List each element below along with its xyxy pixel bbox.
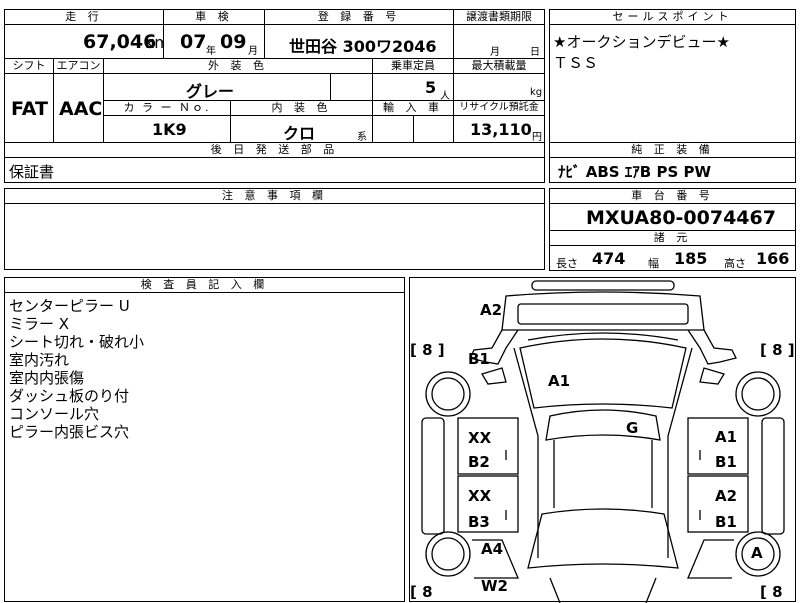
inspection-month: 09 — [220, 31, 247, 53]
damage-mark: XX — [468, 487, 492, 505]
registration-value: 世田谷 300ワ2046 — [289, 37, 437, 56]
tire-tread-rear-right: [ 8 — [760, 583, 783, 601]
import-cell-2 — [413, 115, 454, 143]
recycle-cell: 13,110 円 — [453, 115, 545, 143]
transfer-header: 譲渡書類期限 — [453, 9, 545, 25]
import-cell-1 — [372, 115, 414, 143]
inspector-line: ピラー内張ビス穴 — [9, 423, 130, 441]
chassis-cell: MXUA80-0074467 — [549, 203, 796, 231]
interior-color-cell: クロ 系 — [230, 115, 373, 143]
sales-point-cell: ★オークションデビュー★ ＴＳＳ — [549, 24, 796, 144]
specs-cell: 長さ 474 幅 185 高さ 166 — [549, 245, 796, 271]
tire-tread-rear-left: [ 8 — [410, 583, 433, 601]
recycle-unit: 円 — [532, 132, 542, 143]
damage-mark: B3 — [468, 513, 490, 531]
inspection-cell: 07 年 09 月 — [163, 24, 265, 59]
parts-cell: 保証書 — [4, 157, 545, 183]
aircon-cell: AAC — [53, 73, 104, 143]
exterior-color-value: グレー — [186, 82, 235, 101]
shift-cell: FAT — [4, 73, 54, 143]
mileage-cell: 67,046 km — [4, 24, 164, 59]
tire-tread-front-left: [ 8 ] — [410, 341, 445, 359]
tire-tread-front-right: [ 8 ] — [760, 341, 795, 359]
equipment-header: 純 正 装 備 — [549, 142, 796, 158]
registration-cell: 世田谷 300ワ2046 — [264, 24, 454, 59]
capacity-cell: 5 人 — [372, 73, 454, 101]
damage-mark: A1 — [548, 372, 571, 390]
mileage-unit: km — [145, 33, 163, 52]
damage-mark: B2 — [468, 453, 490, 471]
damage-mark: A1 — [715, 428, 738, 446]
damage-mark: A — [751, 544, 763, 562]
shift-value: FAT — [11, 98, 48, 120]
recycle-header: リサイクル預託金 — [453, 100, 545, 116]
damage-mark: A2 — [715, 487, 738, 505]
exterior-color-header: 外 装 色 — [103, 58, 373, 74]
length-label: 長さ — [556, 257, 578, 270]
color-no-header: カ ラ ー Ｎｏ. — [103, 100, 231, 116]
interior-color-unit: 系 — [357, 132, 367, 143]
damage-mark: B1 — [468, 350, 490, 368]
transfer-cell: 月 日 — [453, 24, 545, 59]
height-value: 166 — [756, 249, 790, 268]
parts-value: 保証書 — [9, 163, 55, 181]
damage-mark: A2 — [480, 301, 503, 319]
capacity-value: 5 — [425, 78, 437, 97]
transfer-month-unit: 月 — [490, 47, 500, 58]
max-load-header: 最大積載量 — [453, 58, 545, 74]
damage-mark: W2 — [481, 577, 508, 595]
aircon-value: AAC — [59, 98, 103, 120]
color-no-value: 1K9 — [152, 120, 187, 139]
specs-header: 諸 元 — [549, 230, 796, 246]
max-load-unit: kg — [530, 87, 543, 98]
vehicle-diagram-frame: A2 B1 A1 G XX B2 XX B3 A4 W2 A1 B1 A2 B1… — [409, 277, 796, 603]
inspector-header: 検 査 員 記 入 欄 — [4, 277, 405, 293]
chassis-value: MXUA80-0074467 — [586, 207, 776, 229]
damage-mark: XX — [468, 429, 492, 447]
sales-point-line-2: ＴＳＳ — [553, 54, 599, 72]
damage-mark: B1 — [715, 453, 737, 471]
inspector-cell: センターピラー U ミラー X シート切れ・破れ小 室内汚れ 室内内張傷 ダッシ… — [4, 292, 405, 602]
shift-header: シフト — [4, 58, 54, 74]
length-value: 474 — [592, 249, 626, 268]
recycle-value: 13,110 — [470, 120, 532, 139]
exterior-color-cell: グレー — [103, 73, 331, 101]
max-load-cell: kg — [453, 73, 545, 101]
sales-point-line-1: ★オークションデビュー★ — [553, 33, 730, 51]
width-value: 185 — [674, 249, 708, 268]
capacity-header: 乗車定員 — [372, 58, 454, 74]
interior-color-value: クロ — [283, 124, 316, 143]
aircon-header: エアコン — [53, 58, 104, 74]
transfer-day-unit: 日 — [530, 47, 540, 58]
equipment-cell: ﾅﾋﾞ ABS ｴｱB PS PW — [549, 157, 796, 183]
capacity-unit: 人 — [440, 91, 450, 101]
exterior-color-extra-cell — [330, 73, 373, 101]
width-label: 幅 — [648, 257, 659, 270]
damage-mark: B1 — [715, 513, 737, 531]
damage-mark: A4 — [481, 540, 504, 558]
interior-color-header: 内 装 色 — [230, 100, 373, 116]
parts-header: 後 日 発 送 部 品 — [4, 142, 545, 158]
equipment-value: ﾅﾋﾞ ABS ｴｱB PS PW — [558, 163, 712, 181]
inspection-year-unit: 年 — [206, 46, 216, 57]
registration-header: 登 録 番 号 — [264, 9, 454, 25]
inspection-header: 車 検 — [163, 9, 265, 25]
notes-header: 注 意 事 項 欄 — [4, 188, 545, 204]
chassis-header: 車 台 番 号 — [549, 188, 796, 204]
height-label: 高さ — [724, 257, 746, 270]
import-header: 輸 入 車 — [372, 100, 454, 116]
color-no-cell: 1K9 — [103, 115, 231, 143]
sales-point-header: セールスポイント — [549, 9, 796, 25]
notes-cell — [4, 203, 545, 270]
inspection-year: 07 — [180, 31, 207, 53]
damage-mark: G — [626, 419, 639, 437]
mileage-header: 走 行 — [4, 9, 164, 25]
inspection-month-unit: 月 — [248, 46, 258, 57]
